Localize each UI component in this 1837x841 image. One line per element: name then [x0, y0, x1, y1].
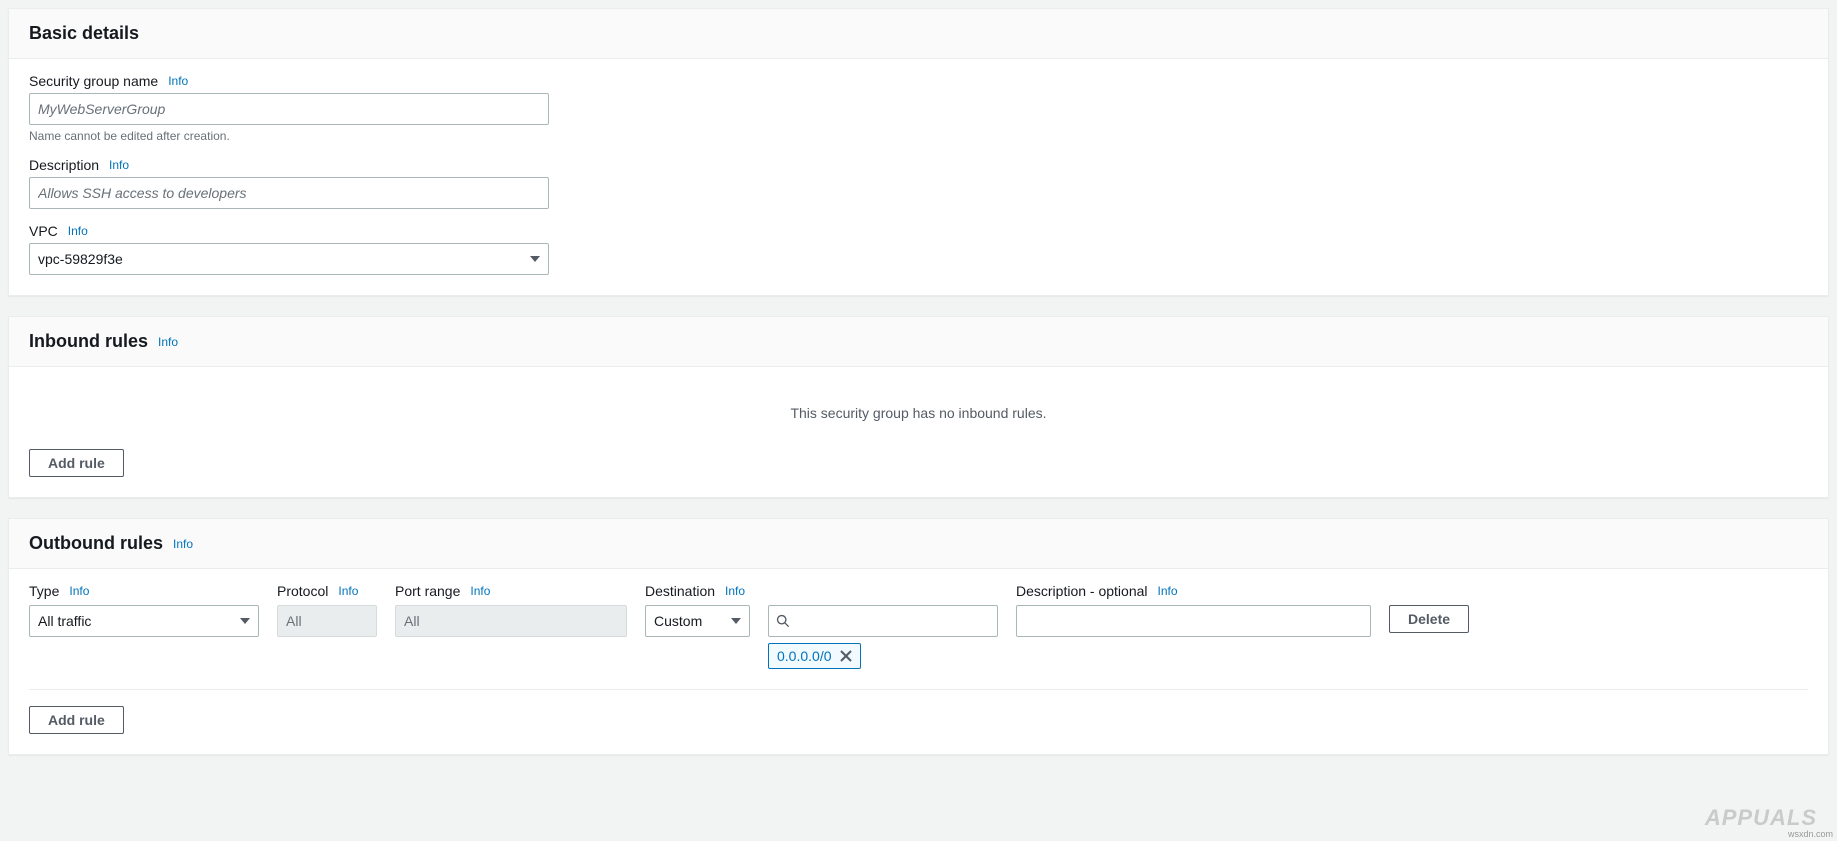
rule-destination-tag-text: 0.0.0.0/0 [777, 648, 832, 664]
col-protocol-info-link[interactable]: Info [338, 584, 358, 598]
outbound-add-rule-button[interactable]: Add rule [29, 706, 124, 734]
caret-down-icon [240, 613, 250, 629]
col-port-info-link[interactable]: Info [470, 584, 490, 598]
rule-protocol-input [277, 605, 377, 637]
rule-type-select[interactable]: All traffic [29, 605, 259, 637]
rule-destination-mode-select[interactable]: Custom [645, 605, 750, 637]
inbound-rules-header: Inbound rules Info [9, 317, 1828, 367]
col-description-info-link[interactable]: Info [1158, 584, 1178, 598]
outbound-rules-panel: Outbound rules Info Type Info Protocol I… [8, 518, 1829, 755]
rule-destination-search-input[interactable] [768, 605, 998, 637]
col-type-label: Type [29, 583, 59, 599]
vpc-select[interactable]: vpc-59829f3e [29, 243, 549, 275]
vpc-info-link[interactable]: Info [68, 224, 88, 238]
rule-delete-button[interactable]: Delete [1389, 605, 1469, 633]
rule-destination-mode-value: Custom [654, 613, 702, 629]
vpc-label: VPC [29, 223, 58, 239]
caret-down-icon [731, 613, 741, 629]
col-destination-label: Destination [645, 583, 715, 599]
outbound-rules-header: Outbound rules Info [9, 519, 1828, 569]
close-icon[interactable] [840, 650, 852, 662]
inbound-rules-title: Inbound rules [29, 331, 148, 352]
outbound-info-link[interactable]: Info [173, 537, 193, 551]
watermark-logo: APPUALS [1705, 805, 1817, 831]
col-type-info-link[interactable]: Info [69, 584, 89, 598]
col-protocol-label: Protocol [277, 583, 328, 599]
outbound-rules-body: Type Info Protocol Info Port range Info … [9, 569, 1828, 754]
rule-description-input[interactable] [1016, 605, 1371, 637]
attribution-text: wsxdn.com [1788, 829, 1833, 839]
basic-details-header: Basic details [9, 9, 1828, 59]
outbound-rules-title: Outbound rules [29, 533, 163, 554]
sg-name-info-link[interactable]: Info [168, 74, 188, 88]
basic-details-title: Basic details [29, 23, 139, 44]
inbound-info-link[interactable]: Info [158, 335, 178, 349]
caret-down-icon [530, 251, 540, 267]
sg-desc-group: Description Info [29, 157, 1808, 209]
inbound-rules-panel: Inbound rules Info This security group h… [8, 316, 1829, 498]
sg-name-hint: Name cannot be edited after creation. [29, 129, 1808, 143]
vpc-selected-value: vpc-59829f3e [38, 251, 123, 267]
col-destination-info-link[interactable]: Info [725, 584, 745, 598]
outbound-columns-row: Type Info Protocol Info Port range Info … [29, 583, 1808, 605]
sg-name-input[interactable] [29, 93, 549, 125]
sg-name-group: Security group name Info Name cannot be … [29, 73, 1808, 143]
basic-details-body: Security group name Info Name cannot be … [9, 59, 1828, 295]
inbound-rules-body: This security group has no inbound rules… [9, 367, 1828, 497]
col-description-label: Description - optional [1016, 583, 1148, 599]
inbound-add-rule-button[interactable]: Add rule [29, 449, 124, 477]
sg-desc-input[interactable] [29, 177, 549, 209]
col-port-label: Port range [395, 583, 460, 599]
rule-destination-tag[interactable]: 0.0.0.0/0 [768, 643, 861, 669]
vpc-group: VPC Info vpc-59829f3e [29, 223, 1808, 275]
basic-details-panel: Basic details Security group name Info N… [8, 8, 1829, 296]
sg-desc-label: Description [29, 157, 99, 173]
search-icon [776, 614, 790, 628]
sg-desc-info-link[interactable]: Info [109, 158, 129, 172]
rule-type-value: All traffic [38, 613, 91, 629]
outbound-rule-row: All traffic Custom [29, 605, 1808, 669]
outbound-footer: Add rule [29, 689, 1808, 734]
inbound-empty-message: This security group has no inbound rules… [29, 381, 1808, 449]
rule-port-input [395, 605, 627, 637]
sg-name-label: Security group name [29, 73, 158, 89]
